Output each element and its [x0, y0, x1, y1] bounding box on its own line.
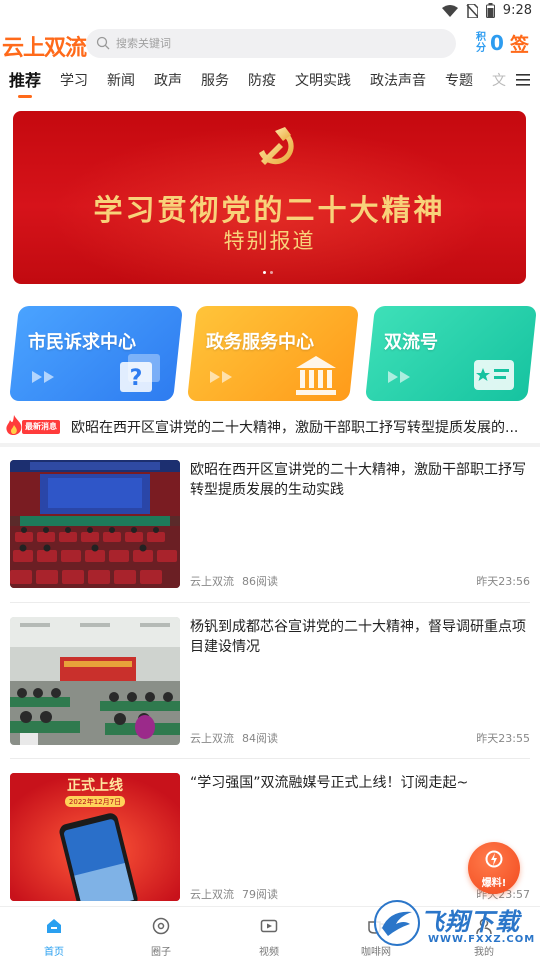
news-separator [10, 758, 530, 759]
auditorium-meeting-photo [10, 460, 180, 588]
tab-culture[interactable]: 文 [492, 68, 506, 100]
tab-study[interactable]: 学习 [60, 68, 88, 100]
banner-carousel[interactable]: 学习贯彻党的二十大精神 特别报道 [13, 111, 526, 284]
menu-icon[interactable] [516, 74, 530, 86]
carousel-dots [263, 271, 273, 274]
double-arrow-icon [32, 371, 54, 383]
carousel-dot-active [263, 271, 266, 274]
nav-label: 视频 [259, 947, 279, 958]
ticker-headline[interactable]: 欧昭在西开区宣讲党的二十大精神，激励干部职工抒写转型提质发展的... [71, 417, 531, 437]
tipoff-button[interactable]: 爆料! [468, 842, 520, 894]
watermark-text: 飞翔下载 [420, 908, 520, 936]
news-thumbnail[interactable] [10, 617, 180, 745]
search-icon [96, 36, 110, 50]
news-read-count: 86阅读 [242, 575, 278, 588]
app-screen: 9:28 云上双流 积分 0 签 推荐 学习 新闻 政声 服务 防疫 文明实践 … [0, 0, 540, 960]
tab-list: 推荐 学习 新闻 政声 服务 防疫 文明实践 政法声音 专题 文 [9, 68, 525, 100]
flame-icon [6, 415, 22, 436]
id-card-icon [474, 360, 514, 390]
status-bar: 9:28 [0, 0, 540, 24]
watermark-logo [374, 900, 420, 946]
points-value: 0 [490, 31, 504, 55]
app-logo: 云上双流 [2, 36, 87, 61]
poster-date: 2022年12月7日 [69, 797, 121, 806]
news-source: 云上双流 [190, 732, 234, 745]
category-tabs: 推荐 学习 新闻 政声 服务 防疫 文明实践 政法声音 专题 文 [0, 68, 540, 102]
news-source: 云上双流 [190, 888, 234, 901]
news-title[interactable]: 欧昭在西开区宣讲党的二十大精神，激励干部职工抒写转型提质发展的生动实践 [190, 460, 526, 500]
government-building-icon [296, 356, 336, 395]
search-bar[interactable] [86, 29, 456, 58]
wifi-icon [441, 4, 458, 17]
status-icons: 9:28 [441, 3, 532, 18]
nav-circle[interactable]: 圈子 [131, 913, 191, 959]
tab-epidemic[interactable]: 防疫 [248, 68, 276, 100]
points-label: 积分 [476, 32, 486, 54]
service-card-citizen-appeals[interactable]: 市民诉求中心 ? [9, 306, 183, 401]
news-thumbnail[interactable] [10, 460, 180, 588]
nav-label: 首页 [44, 947, 64, 958]
news-ticker[interactable]: 最新消息 欧昭在西开区宣讲党的二十大精神，激励干部职工抒写转型提质发展的... [0, 414, 540, 440]
nav-home[interactable]: 首页 [24, 913, 84, 959]
nav-label: 圈子 [151, 947, 171, 958]
home-icon [47, 919, 61, 933]
ticker-tag: 最新消息 [22, 420, 60, 434]
news-title[interactable]: “学习强国”双流融媒号正式上线！订阅走起~ [190, 773, 526, 793]
video-icon [260, 919, 278, 933]
tab-recommend[interactable]: 推荐 [9, 68, 41, 100]
tab-news[interactable]: 新闻 [107, 68, 135, 100]
chat-question-icon: ? [120, 354, 160, 392]
double-arrow-icon [388, 371, 410, 383]
site-watermark: 飞翔下载 WWW.FXXZ.COM [374, 898, 534, 954]
nav-video[interactable]: 视频 [239, 913, 299, 959]
news-time: 昨天23:55 [476, 732, 530, 745]
lightbulb-icon [485, 850, 503, 868]
no-sim-icon [466, 3, 478, 18]
status-time: 9:28 [502, 3, 532, 18]
news-separator [10, 602, 530, 603]
news-item[interactable]: 欧昭在西开区宣讲党的二十大精神，激励干部职工抒写转型提质发展的生动实践 云上双流… [0, 460, 540, 600]
service-label: 双流号 [384, 332, 438, 353]
tab-legal[interactable]: 政法声音 [370, 68, 426, 100]
service-label: 政务服务中心 [206, 332, 314, 353]
poster-headline: 正式上线 [67, 777, 123, 794]
news-read-count: 79阅读 [242, 888, 278, 901]
svg-text:?: ? [130, 366, 143, 391]
double-arrow-icon [210, 371, 232, 383]
news-item[interactable]: 杨钒到成都芯谷宣讲党的二十大精神，督导调研重点项目建设情况 云上双流 84阅读 … [0, 617, 540, 757]
news-thumbnail[interactable]: 正式上线 2022年12月7日 [10, 773, 180, 901]
tab-civilization[interactable]: 文明实践 [295, 68, 351, 100]
top-header: 云上双流 积分 0 签 [0, 26, 540, 62]
points-widget[interactable]: 积分 0 [476, 28, 504, 58]
tipoff-label: 爆料! [481, 878, 507, 889]
service-cards: 市民诉求中心 ? 政务服务中心 双流号 [9, 306, 540, 402]
news-title[interactable]: 杨钒到成都芯谷宣讲党的二十大精神，督导调研重点项目建设情况 [190, 617, 526, 657]
service-card-shuangliu-account[interactable]: 双流号 [365, 306, 537, 401]
signin-button[interactable]: 签 [510, 30, 529, 57]
watermark-url: WWW.FXXZ.COM [428, 934, 536, 945]
banner-subtitle: 特别报道 [223, 229, 316, 253]
launch-poster-phone: 正式上线 2022年12月7日 [10, 773, 180, 901]
service-label: 市民诉求中心 [28, 332, 136, 353]
tab-politics[interactable]: 政声 [154, 68, 182, 100]
news-item[interactable]: 正式上线 2022年12月7日 “学习强国”双流融媒号正式上线！订阅走起~ 云上… [0, 773, 540, 913]
latest-news-badge: 最新消息 [4, 415, 64, 437]
tab-service[interactable]: 服务 [201, 68, 229, 100]
service-card-government-services[interactable]: 政务服务中心 [187, 306, 359, 401]
news-time: 昨天23:56 [476, 575, 530, 588]
news-source: 云上双流 [190, 575, 234, 588]
search-input[interactable] [116, 29, 436, 58]
battery-icon [485, 3, 495, 18]
party-emblem-icon [259, 127, 294, 165]
tab-topics[interactable]: 专题 [445, 68, 473, 100]
section-divider [0, 443, 540, 447]
carousel-dot [270, 271, 273, 274]
bird-logo-icon [382, 911, 412, 936]
news-read-count: 84阅读 [242, 732, 278, 745]
banner-title: 学习贯彻党的二十大精神 [93, 193, 446, 227]
circle-icon [152, 917, 170, 935]
conference-room-photo [10, 617, 180, 745]
